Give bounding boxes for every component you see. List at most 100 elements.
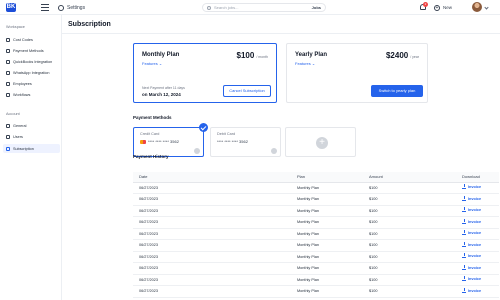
invoice-label: Invoice (468, 208, 482, 213)
download-invoice-link[interactable]: Invoice (462, 195, 482, 201)
cell-download: Invoice (456, 228, 499, 240)
remove-card-icon[interactable] (194, 148, 200, 154)
menu-icon[interactable] (41, 4, 49, 11)
download-invoice-link[interactable]: Invoice (462, 184, 481, 190)
features-dropdown[interactable]: Features ⌄ (295, 61, 315, 66)
column-header-amount: Amount (363, 172, 456, 183)
divider (62, 33, 500, 34)
cell-amount: $100 (363, 251, 456, 263)
sidebar: Workspace Cost Codes Payment Methods Qui… (0, 15, 62, 300)
download-invoice-link[interactable]: Invoice (462, 241, 481, 247)
notifications-button[interactable]: 2 (419, 2, 428, 12)
avatar[interactable] (472, 2, 482, 12)
settings-nav[interactable]: Settings (58, 3, 85, 12)
sidebar-item-label: Cost Codes (13, 37, 33, 42)
cell-date: 06/27/2023 (133, 251, 291, 263)
sidebar-item-label: Payment Methods (13, 48, 44, 53)
cell-download: Invoice (456, 262, 499, 275)
card-number-text: **** **** **** 3562 (217, 139, 248, 144)
employees-icon (6, 81, 10, 86)
next-payment-label: Next Payment after 11 days (142, 86, 185, 90)
plan-name: Yearly Plan (295, 52, 328, 58)
download-icon (462, 207, 466, 213)
invoice-label: Invoice (468, 265, 482, 270)
sidebar-section-workspace: Workspace (6, 25, 25, 29)
cell-amount: $100 (363, 193, 456, 206)
subscription-icon (6, 146, 10, 151)
payment-methods-heading: Payment Methods (133, 115, 172, 120)
download-invoice-link[interactable]: Invoice (462, 264, 482, 270)
top-bar: BK Settings Search jobs... Jobs 2 + New (0, 0, 500, 15)
cell-plan: Monthly Plan (291, 285, 363, 298)
download-invoice-link[interactable]: Invoice (462, 253, 481, 259)
sidebar-item-whatsapp[interactable]: WhatsApp Integration (3, 68, 60, 77)
cost-codes-icon (6, 37, 10, 42)
invoice-label: Invoice (468, 288, 482, 293)
cell-amount: $100 (363, 216, 456, 229)
new-button[interactable]: + New (434, 3, 452, 12)
download-invoice-link[interactable]: Invoice (462, 230, 481, 236)
sidebar-item-label: Workflows (13, 92, 31, 97)
app-logo[interactable]: BK (6, 3, 16, 12)
cell-date: 06/27/2023 (133, 262, 291, 275)
card-number-text: **** **** **** 3562 (148, 139, 179, 144)
sidebar-item-label: General (13, 123, 27, 128)
cell-plan: Monthly Plan (291, 228, 363, 240)
sidebar-item-cost-codes[interactable]: Cost Codes (3, 35, 60, 44)
invoice-label: Invoice (468, 219, 482, 224)
sidebar-item-label: Subscription (13, 146, 34, 151)
invoice-label: Invoice (468, 196, 482, 201)
next-payment-date: on March 12, 2024 (142, 92, 181, 97)
search-input[interactable]: Search jobs... Jobs (202, 3, 326, 12)
chevron-down-icon[interactable] (484, 5, 489, 10)
features-dropdown[interactable]: Features ⌄ (142, 61, 162, 66)
cell-date: 06/27/2023 (133, 182, 291, 194)
cell-download: Invoice (456, 251, 499, 263)
cell-download: Invoice (456, 182, 499, 194)
sidebar-item-general[interactable]: General (3, 121, 60, 130)
cell-amount: $100 (363, 205, 456, 217)
monthly-plan-card[interactable]: Monthly Plan Features ⌄ $100 / month Nex… (133, 43, 277, 103)
sidebar-item-quickbooks[interactable]: QuickBooks Integration (3, 57, 60, 66)
download-invoice-link[interactable]: Invoice (462, 287, 482, 293)
card-type: Debit Card (217, 132, 236, 136)
download-invoice-link[interactable]: Invoice (462, 207, 482, 213)
search-placeholder: Search jobs... (214, 5, 239, 10)
table-row: 06/27/2023 Monthly Plan $100 Invoice (133, 228, 499, 240)
sidebar-item-employees[interactable]: Employees (3, 79, 60, 88)
cell-date: 06/27/2023 (133, 228, 291, 240)
sidebar-item-payment-methods[interactable]: Payment Methods (3, 46, 60, 55)
users-icon (6, 134, 10, 139)
remove-card-icon[interactable] (271, 148, 277, 154)
payment-history-heading: Payment History (133, 154, 169, 159)
features-label: Features (142, 61, 158, 66)
whatsapp-icon (6, 70, 10, 75)
sidebar-item-workflows[interactable]: Workflows (3, 90, 60, 99)
plan-name: Monthly Plan (142, 52, 180, 58)
yearly-plan-card[interactable]: Yearly Plan Features ⌄ $2400 / year Swit… (286, 43, 428, 103)
new-label: New (443, 5, 453, 10)
price-period: / month (256, 55, 268, 59)
workflows-icon (6, 92, 10, 97)
sidebar-item-users[interactable]: Users (3, 132, 60, 141)
cancel-subscription-button[interactable]: Cancel Subscription (223, 85, 271, 97)
table-row: 06/27/2023 Monthly Plan $100 Invoice (133, 262, 499, 275)
download-invoice-link[interactable]: Invoice (462, 276, 481, 282)
search-scope-dropdown[interactable]: Jobs (312, 5, 321, 10)
credit-card-option[interactable]: Credit Card **** **** **** 3562 (133, 123, 208, 157)
debit-card-option[interactable]: Debit Card **** **** **** 3562 (210, 127, 281, 157)
download-icon (462, 218, 466, 224)
download-invoice-link[interactable]: Invoice (462, 218, 482, 224)
plan-price: $100 / month (237, 51, 268, 60)
cell-amount: $100 (363, 239, 456, 252)
cell-download: Invoice (456, 285, 499, 298)
price-period: / year (410, 55, 419, 59)
sidebar-section-account: Account (6, 112, 20, 116)
check-icon (199, 123, 208, 132)
add-payment-method[interactable]: + (285, 127, 356, 157)
switch-to-yearly-button[interactable]: Switch to yearly plan (371, 85, 423, 97)
table-row: 06/27/2023 Monthly Plan $100 Invoice (133, 251, 499, 263)
cell-amount: $100 (363, 285, 456, 298)
sidebar-item-subscription[interactable]: Subscription (3, 144, 60, 153)
payment-history-table: Date Plan Amount Download 06/27/2023 Mont… (133, 172, 499, 298)
